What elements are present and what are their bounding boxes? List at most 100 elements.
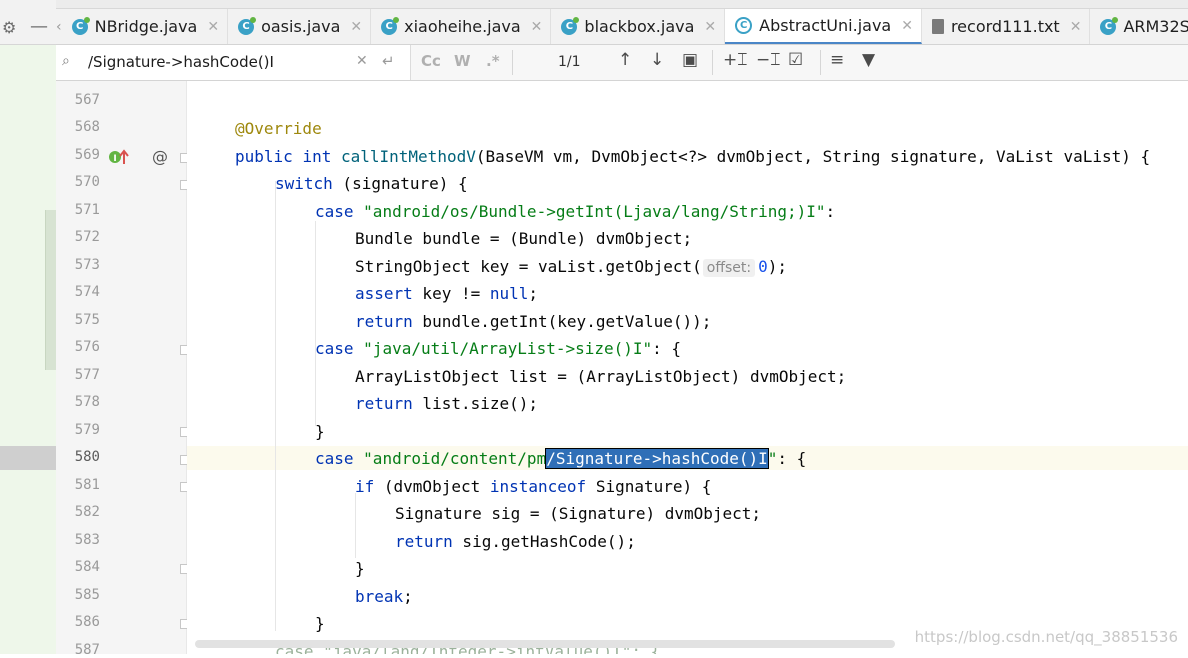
keyword-token: instanceof bbox=[489, 477, 587, 496]
code-line-568: @Override bbox=[235, 117, 322, 141]
line-number: 587 bbox=[74, 642, 100, 658]
horizontal-scrollbar[interactable] bbox=[195, 640, 895, 648]
code-text: Bundle bundle = (Bundle) dvmObject; bbox=[355, 229, 693, 248]
code-line-582: Signature sig = (Signature) dvmObject; bbox=[395, 502, 761, 526]
gear-icon[interactable]: ⚙ bbox=[2, 18, 16, 37]
search-icon[interactable]: ⌕ bbox=[62, 53, 70, 69]
code-line-580: case "android/content/pm/Signature->hash… bbox=[315, 447, 806, 471]
search-input[interactable] bbox=[88, 51, 358, 73]
keyword-token: int bbox=[302, 147, 332, 166]
minimize-icon[interactable]: — bbox=[30, 16, 48, 37]
whole-words-toggle[interactable]: W bbox=[454, 52, 471, 70]
editor-gutter: 567 568 569 570 571 572 573 574 575 576 … bbox=[56, 81, 190, 658]
search-match-highlight: /Signature->hashCode()I bbox=[545, 448, 769, 469]
code-text: sig.getHashCode(); bbox=[452, 532, 636, 551]
line-number: 581 bbox=[74, 477, 100, 493]
code-line-570: switch (signature) { bbox=[275, 172, 468, 196]
line-number: 568 bbox=[74, 119, 100, 135]
code-line-573: StringObject key = vaList.getObject(offs… bbox=[355, 255, 787, 279]
line-number: 572 bbox=[74, 229, 100, 245]
tab-arm32syscall[interactable]: C ARM32SyscallHar bbox=[1090, 9, 1188, 44]
close-icon[interactable]: ✕ bbox=[350, 19, 362, 35]
line-number: 575 bbox=[74, 312, 100, 328]
code-text: ; bbox=[528, 284, 539, 303]
next-occurrence-icon[interactable]: ↓ bbox=[650, 50, 664, 70]
find-toolbar: ⌕ ✕ ↵ Cc W .* 1/1 ↑ ↓ ▣ +⌶ −⌶ ☑ ≡ ▼ bbox=[56, 45, 1188, 81]
add-selection-icon[interactable]: +⌶ bbox=[723, 50, 747, 70]
tab-label: record111.txt bbox=[950, 17, 1060, 36]
tab-label: AbstractUni.java bbox=[759, 16, 892, 35]
new-line-icon[interactable]: ↵ bbox=[382, 52, 395, 70]
match-count: 1/1 bbox=[558, 54, 581, 70]
code-line-576: case "java/util/ArrayList->size()I": { bbox=[315, 337, 681, 361]
code-line-577: ArrayListObject list = (ArrayListObject)… bbox=[355, 365, 846, 389]
regex-toggle[interactable]: .* bbox=[486, 52, 500, 70]
close-icon[interactable]: ✕ bbox=[207, 19, 219, 35]
close-icon[interactable]: ✕ bbox=[704, 19, 716, 35]
filter-icon[interactable]: ▼ bbox=[862, 50, 875, 70]
keyword-token: case bbox=[315, 339, 354, 358]
code-text: key != bbox=[412, 284, 490, 303]
code-text: StringObject key = vaList.getObject( bbox=[355, 257, 702, 276]
code-text: bundle.getInt(key.getValue()); bbox=[412, 312, 712, 331]
abstract-class-icon: C bbox=[735, 17, 753, 34]
select-all-occurrences-icon[interactable]: ☑ bbox=[788, 50, 803, 70]
code-text: : { bbox=[777, 449, 807, 468]
code-line-572: Bundle bundle = (Bundle) dvmObject; bbox=[355, 227, 692, 251]
line-number: 573 bbox=[74, 257, 100, 273]
code-line-575: return bundle.getInt(key.getValue()); bbox=[355, 310, 711, 334]
keyword-token: switch bbox=[275, 174, 333, 193]
implements-method-icon[interactable]: I bbox=[108, 148, 130, 166]
code-line-569: public int callIntMethodV(BaseVM vm, Dvm… bbox=[235, 145, 1150, 169]
method-name-token: callIntMethodV bbox=[340, 147, 476, 166]
line-number: 583 bbox=[74, 532, 100, 548]
tab-record111[interactable]: record111.txt ✕ bbox=[922, 9, 1091, 44]
tab-abstractuni[interactable]: C AbstractUni.java ✕ bbox=[725, 9, 922, 44]
divider bbox=[820, 50, 821, 75]
code-text: ; bbox=[403, 587, 413, 606]
code-editor[interactable]: @Override public int callIntMethodV(Base… bbox=[187, 81, 1188, 654]
line-number-current: 580 bbox=[74, 449, 100, 465]
parameter-hint: offset: bbox=[702, 259, 756, 277]
keyword-token: case bbox=[315, 449, 354, 468]
code-line-571: case "android/os/Bundle->getInt(Ljava/la… bbox=[315, 200, 835, 224]
class-icon: C bbox=[238, 16, 257, 35]
match-case-toggle[interactable]: Cc bbox=[421, 52, 441, 70]
tab-label: NBridge.java bbox=[94, 17, 198, 36]
annotation-icon[interactable]: @ bbox=[152, 147, 168, 166]
keyword-token: return bbox=[355, 312, 413, 331]
code-text: list.size(); bbox=[412, 394, 539, 413]
string-token: "java/util/ArrayList->size()I" bbox=[363, 339, 653, 358]
divider bbox=[712, 50, 713, 75]
tab-nbridge[interactable]: C NBridge.java ✕ bbox=[62, 9, 229, 44]
code-line-585: break; bbox=[355, 585, 413, 609]
keyword-token: return bbox=[355, 394, 413, 413]
tab-blackbox[interactable]: C blackbox.java ✕ bbox=[551, 9, 726, 44]
open-in-window-icon[interactable]: ▣ bbox=[682, 50, 698, 70]
scroll-marker bbox=[45, 210, 56, 370]
code-line-579: } bbox=[315, 420, 325, 444]
breadcrumb-bar bbox=[56, 0, 1188, 9]
keyword-token: case bbox=[315, 202, 354, 221]
keyword-token: public bbox=[235, 147, 293, 166]
tab-label: xiaoheihe.java bbox=[404, 17, 521, 36]
code-text: } bbox=[315, 614, 325, 633]
number-token: 0 bbox=[758, 257, 768, 276]
code-line-578: return list.size(); bbox=[355, 392, 538, 416]
close-icon[interactable]: ✕ bbox=[901, 18, 913, 34]
code-text: } bbox=[315, 422, 325, 441]
remove-selection-icon[interactable]: −⌶ bbox=[756, 50, 780, 70]
tab-xiaoheihe[interactable]: C xiaoheihe.java ✕ bbox=[371, 9, 552, 44]
code-text: Signature) { bbox=[586, 477, 712, 496]
close-icon[interactable]: ✕ bbox=[531, 19, 543, 35]
line-number: 579 bbox=[74, 422, 100, 438]
previous-occurrence-icon[interactable]: ↑ bbox=[618, 50, 632, 70]
filter-list-icon[interactable]: ≡ bbox=[830, 50, 844, 70]
svg-text:I: I bbox=[113, 154, 116, 164]
close-icon[interactable]: ✕ bbox=[1070, 19, 1082, 35]
tab-oasis[interactable]: C oasis.java ✕ bbox=[228, 9, 372, 44]
code-line-586: } bbox=[315, 612, 325, 636]
indent-guide bbox=[355, 493, 356, 558]
clear-icon[interactable]: ✕ bbox=[356, 53, 368, 69]
line-number: 569 bbox=[74, 147, 100, 163]
